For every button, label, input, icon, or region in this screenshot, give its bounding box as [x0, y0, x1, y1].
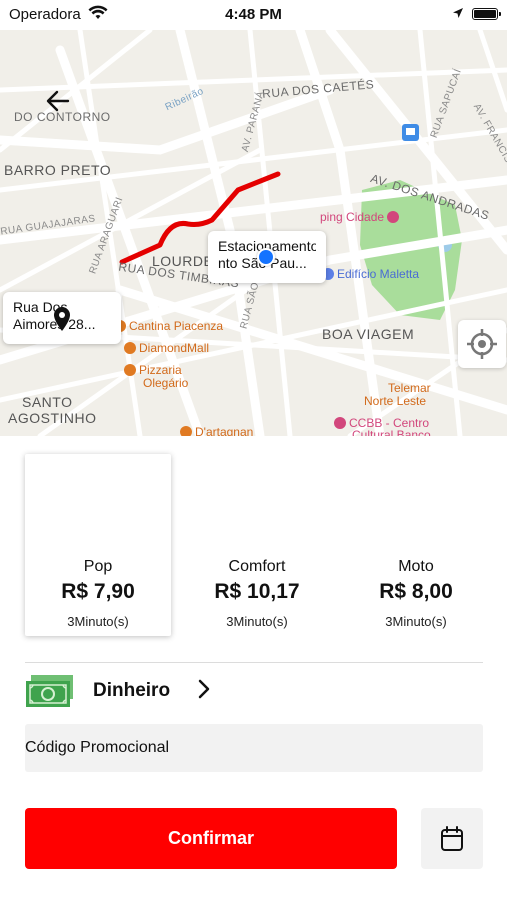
map-label-neighborhood: BARRO PRETO	[4, 162, 112, 178]
map-label-neighborhood: AGOSTINHO	[8, 410, 97, 426]
vehicle-name: Moto	[398, 558, 434, 575]
origin-pin-icon	[54, 307, 70, 331]
divider	[25, 662, 483, 663]
vehicle-card-moto[interactable]: Moto R$ 8,00 3Minuto(s)	[343, 454, 489, 636]
map-label-neighborhood: SANTO	[22, 394, 73, 410]
poi-shopping-cidade: ping Cidade	[320, 210, 402, 224]
location-arrow-icon	[453, 8, 463, 18]
poi-edificio-maletta: Edifício Maletta	[322, 267, 419, 281]
poi-cantina: Cantina Piacenza	[114, 319, 223, 333]
cash-icon	[26, 675, 73, 707]
chevron-right-icon	[198, 679, 210, 699]
map-label-neighborhood: BOA VIAGEM	[322, 326, 415, 342]
poi-cultural-banco: Cultural Banco	[352, 428, 431, 436]
poi-dartagnan: D'artagnan	[180, 425, 253, 436]
battery-icon	[472, 8, 501, 20]
back-button[interactable]	[40, 85, 76, 117]
poi-pizzaria: Pizzaria	[124, 363, 182, 377]
my-location-button[interactable]	[458, 320, 506, 368]
promo-code-field[interactable]: Código Promocional	[25, 724, 483, 772]
arrow-left-icon	[46, 90, 70, 112]
status-bar: Operadora 4:48 PM	[0, 0, 507, 30]
destination-marker	[257, 248, 275, 266]
poi-diamondmall: DiamondMall	[124, 341, 209, 355]
calendar-icon	[441, 825, 463, 851]
poi-telemar: Telemar	[388, 381, 431, 395]
poi-olegario: Olegário	[143, 376, 189, 390]
payment-method-label: Dinheiro	[93, 680, 171, 701]
vehicle-price: R$ 8,00	[379, 580, 453, 603]
crosshair-icon	[467, 329, 497, 359]
vehicle-options: Pop R$ 7,90 3Minuto(s) Comfort R$ 10,17 …	[0, 450, 507, 640]
confirm-button[interactable]: Confirmar	[25, 808, 397, 869]
vehicle-card-comfort[interactable]: Comfort R$ 10,17 3Minuto(s)	[184, 454, 330, 636]
vehicle-name: Pop	[83, 558, 113, 575]
schedule-button[interactable]	[421, 808, 483, 869]
vehicle-name: Comfort	[228, 558, 286, 575]
vehicle-eta: 3Minuto(s)	[226, 614, 288, 629]
status-time: 4:48 PM	[225, 6, 282, 23]
vehicle-eta: 3Minuto(s)	[67, 614, 129, 629]
vehicle-eta: 3Minuto(s)	[385, 614, 447, 629]
poi-norte-leste: Norte Leste	[364, 394, 427, 408]
map-view[interactable]: DO CONTORNO BARRO PRETO LOURDES BOA VIAG…	[0, 30, 507, 436]
vehicle-card-pop[interactable]: Pop R$ 7,90 3Minuto(s)	[25, 454, 171, 636]
vehicle-price: R$ 7,90	[61, 580, 135, 603]
payment-method-selector[interactable]: Dinheiro	[25, 672, 483, 710]
vehicle-price: R$ 10,17	[214, 580, 300, 603]
